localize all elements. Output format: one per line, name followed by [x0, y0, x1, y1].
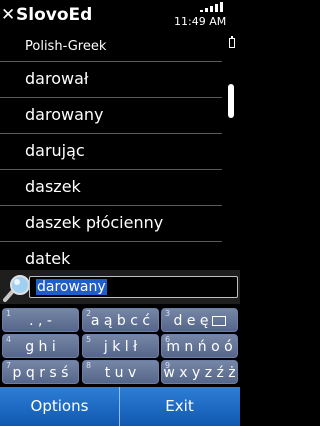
key-label: . , -: [29, 313, 52, 329]
list-item[interactable]: darował: [0, 61, 222, 97]
key-label: m n ń o ó: [166, 339, 233, 355]
key-label: d e ę: [173, 313, 209, 329]
list-item[interactable]: daszek: [0, 169, 222, 205]
list-item-label: darując: [25, 141, 85, 160]
signal-strength-icon: [200, 2, 228, 12]
battery-icon: [229, 36, 235, 48]
word-list: darował darowany darując daszek daszek p…: [0, 61, 222, 277]
scrollbar-thumb[interactable]: [228, 83, 234, 118]
softkey-bar: Options Exit: [0, 387, 240, 426]
key-7[interactable]: 7 p q r s ś: [2, 360, 79, 384]
exit-button[interactable]: Exit: [120, 387, 239, 426]
key-label: j k l ł: [103, 339, 138, 355]
status-bar: ✕ SlovoEd 11:49 AM: [0, 0, 240, 36]
key-1[interactable]: 1 . , -: [2, 308, 79, 332]
list-item-label: darowany: [25, 105, 104, 124]
exit-button-label: Exit: [165, 397, 194, 415]
key-2[interactable]: 2 a ą b c ć: [82, 308, 159, 332]
dictionary-direction[interactable]: Polish-Greek: [25, 38, 106, 56]
list-item[interactable]: daszek płócienny: [0, 205, 222, 241]
key-label: g h i: [25, 339, 56, 355]
key-label: t u v: [104, 365, 137, 381]
key-label-wrap: d e ę: [162, 313, 237, 329]
key-label: p q r s ś: [12, 365, 69, 381]
clock: 11:49 AM: [174, 15, 227, 28]
key-4[interactable]: 4 g h i: [2, 334, 79, 358]
search-input-value: darowany: [36, 279, 107, 295]
key-label: w x y z ź ż: [163, 365, 236, 381]
key-3[interactable]: 3 d e ę: [161, 308, 238, 332]
key-8[interactable]: 8 t u v: [82, 360, 159, 384]
app-title: SlovoEd: [16, 5, 93, 25]
list-item[interactable]: darowany: [0, 97, 222, 133]
key-6[interactable]: 6 m n ń o ó: [161, 334, 238, 358]
backspace-icon: [211, 316, 226, 326]
keypad: 1 . , - 2 a ą b c ć 3 d e ę 4 g h i 5 j …: [0, 306, 240, 385]
search-input[interactable]: darowany: [29, 276, 238, 298]
key-5[interactable]: 5 j k l ł: [82, 334, 159, 358]
list-item[interactable]: darując: [0, 133, 222, 169]
options-button[interactable]: Options: [0, 387, 119, 426]
close-icon[interactable]: ✕: [1, 5, 15, 25]
list-item-label: daszek: [25, 177, 81, 196]
key-9[interactable]: 9 w x y z ź ż: [161, 360, 238, 384]
list-item-label: daszek płócienny: [25, 213, 164, 232]
options-button-label: Options: [30, 397, 89, 415]
key-label: a ą b c ć: [90, 313, 151, 329]
list-item-label: datek: [25, 249, 71, 268]
list-item-label: darował: [25, 69, 89, 88]
